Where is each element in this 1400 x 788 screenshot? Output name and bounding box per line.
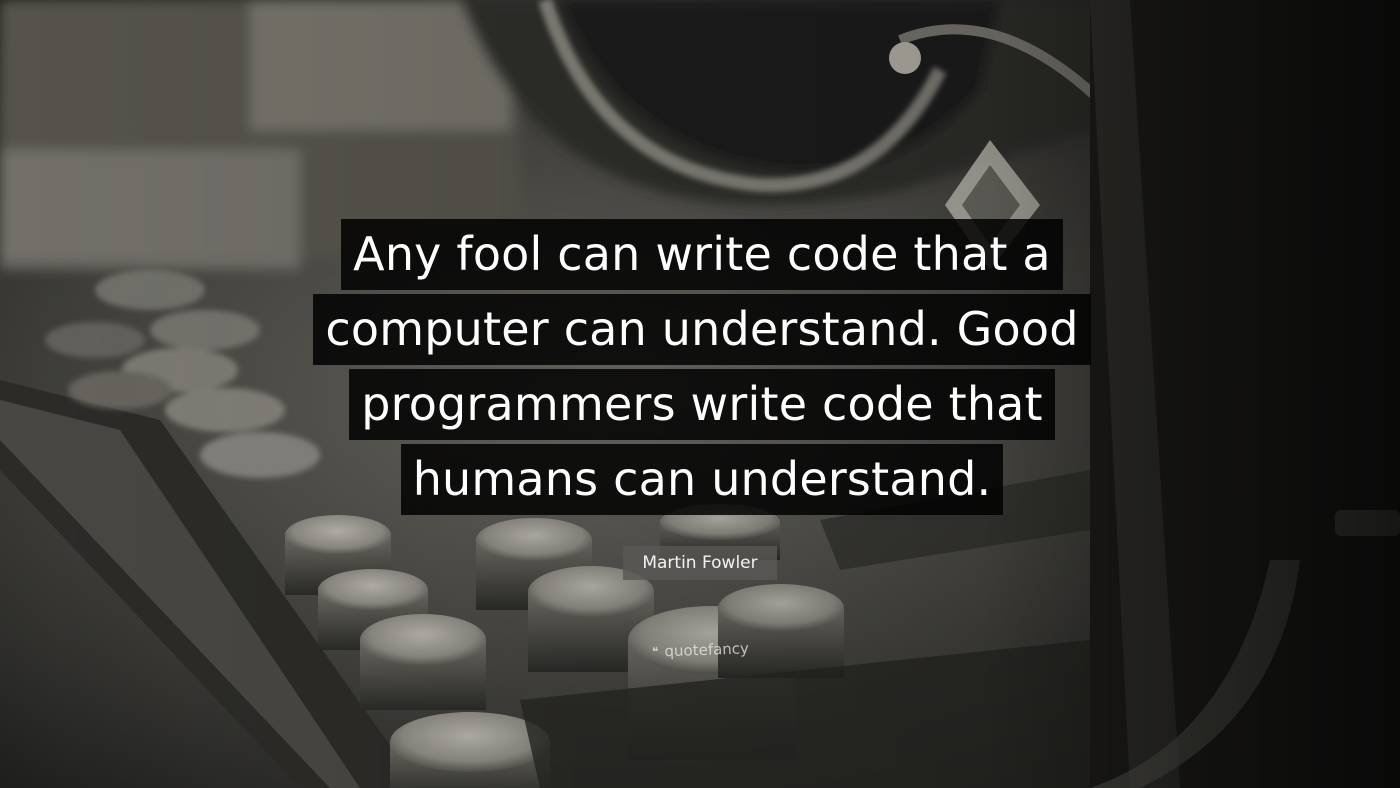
quote-mark-icon: ❝ [651, 644, 659, 659]
quote-image: Any fool can write code that a computer … [0, 0, 1400, 788]
quote-line-4: humans can understand. [400, 444, 1004, 515]
watermark-text: quotefancy [664, 639, 750, 661]
quote-line-1: Any fool can write code that a [341, 219, 1063, 290]
quote-line-2: computer can understand. Good [313, 294, 1091, 365]
author-name: Martin Fowler [642, 553, 758, 573]
quote-line-3: programmers write code that [349, 369, 1055, 440]
quotefancy-watermark: ❝ quotefancy [652, 639, 749, 660]
quote-text-block: Any fool can write code that a computer … [313, 219, 1091, 515]
author-badge: Martin Fowler [623, 546, 777, 580]
